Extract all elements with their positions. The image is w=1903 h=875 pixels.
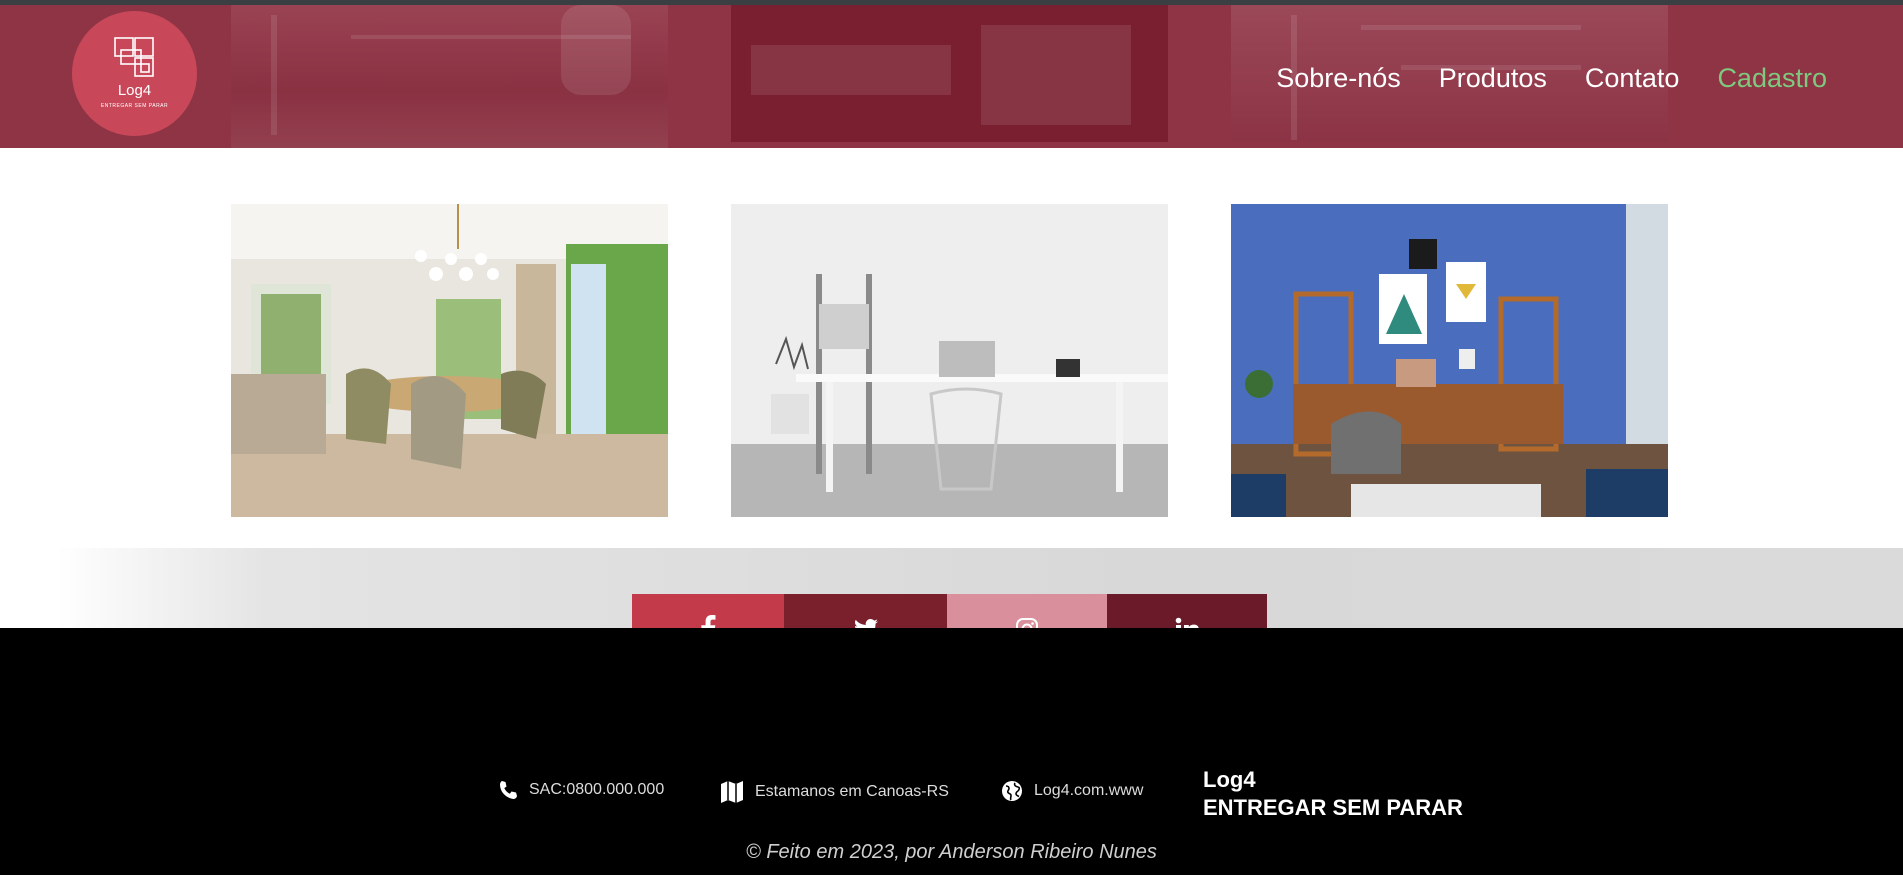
footer-brand-name: Log4 xyxy=(1203,767,1256,792)
nav-link-produtos[interactable]: Produtos xyxy=(1439,63,1547,94)
main-nav: Sobre-nós Produtos Contato Cadastro xyxy=(1276,63,1827,94)
header-background-photo xyxy=(231,5,668,148)
footer-brand: Log4 ENTREGAR SEM PARAR xyxy=(1203,766,1463,822)
footer-credit: © Feito em 2023, por Anderson Ribeiro Nu… xyxy=(746,841,1157,863)
footer-location: Estamanos em Canoas-RS xyxy=(720,780,949,804)
site-header: Log4 ENTREGAR SEM PARAR Sobre-nós Produt… xyxy=(0,5,1903,148)
nav-link-contato[interactable]: Contato xyxy=(1585,63,1680,94)
logo-tagline: ENTREGAR SEM PARAR xyxy=(100,103,169,109)
map-icon xyxy=(721,781,743,803)
logo-mark-icon xyxy=(113,37,154,77)
nav-link-cadastro[interactable]: Cadastro xyxy=(1717,63,1827,94)
footer-brand-tagline: ENTREGAR SEM PARAR xyxy=(1203,795,1463,820)
phone-text: SAC:0800.000.000 xyxy=(529,781,665,798)
website-text[interactable]: Log4.com.www xyxy=(1034,782,1143,800)
header-background-photo xyxy=(731,5,1168,142)
phone-icon xyxy=(500,781,517,799)
footer-website: Log4.com.www xyxy=(1001,780,1143,802)
brand-logo[interactable]: Log4 ENTREGAR SEM PARAR xyxy=(72,11,197,136)
logo-name: Log4 xyxy=(117,82,152,99)
gallery-photo-white-desk xyxy=(731,204,1168,517)
location-text: Estamanos em Canoas-RS xyxy=(755,783,949,800)
footer-phone: SAC:0800.000.000 xyxy=(498,780,664,800)
site-footer xyxy=(0,628,1903,875)
gallery-photo-dining-room xyxy=(231,204,668,517)
globe-icon xyxy=(1002,781,1022,801)
nav-link-sobre-nos[interactable]: Sobre-nós xyxy=(1276,63,1401,94)
gallery-photo-blue-office xyxy=(1231,204,1668,517)
